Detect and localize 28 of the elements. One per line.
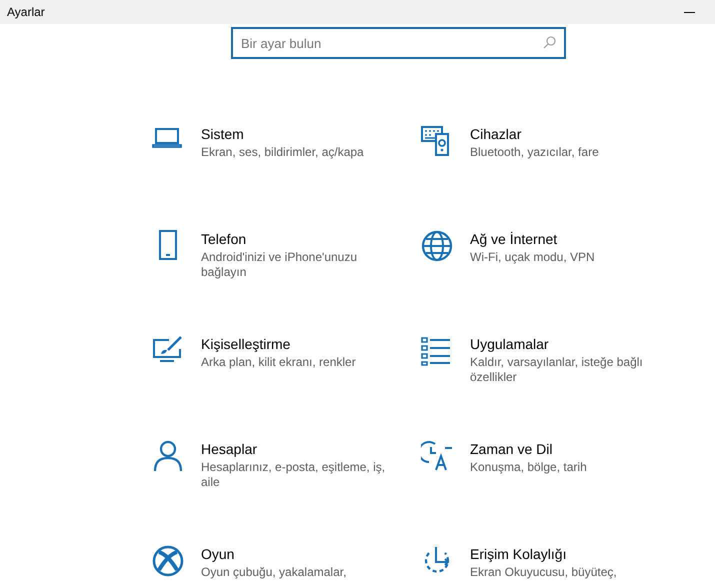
category-description: Android'inizi ve iPhone'unuzu bağlayın bbox=[201, 250, 358, 280]
search-icon bbox=[543, 36, 556, 49]
category-link[interactable]: Ağ ve İnternet bbox=[470, 230, 656, 248]
category-description: Kaldır, varsayılanlar, isteğe bağlı özellikler bbox=[470, 355, 644, 385]
category-description: Arka plan, kilit ekranı, renkler bbox=[201, 355, 357, 370]
category-description: Wi-Fi, uçak modu, VPN bbox=[470, 250, 596, 265]
category-link[interactable]: Telefon bbox=[201, 230, 387, 248]
xbox-icon bbox=[152, 545, 184, 577]
category-link[interactable]: Cihazlar bbox=[470, 125, 656, 143]
category-description: Bluetooth, yazıcılar, fare bbox=[470, 145, 600, 160]
category-link[interactable]: Zaman ve Dil bbox=[470, 440, 656, 458]
category-description: Hesaplarınız, e-posta, eşitleme, iş, aile bbox=[201, 460, 386, 490]
category-description: Ekran Okuyucusu, büyüteç, bbox=[470, 565, 618, 580]
window-title: Ayarlar bbox=[7, 4, 45, 21]
clock-letter-icon bbox=[421, 440, 453, 472]
category-link[interactable]: Uygulamalar bbox=[470, 335, 656, 353]
category-link[interactable]: Sistem bbox=[201, 125, 387, 143]
category-description: Ekran, ses, bildirimler, aç/kapa bbox=[201, 145, 365, 160]
category-link[interactable]: Hesaplar bbox=[201, 440, 387, 458]
category-link[interactable]: Kişiselleştirme bbox=[201, 335, 387, 353]
search-field[interactable]: Bir ayar bulun bbox=[231, 27, 566, 59]
category-link[interactable]: Erişim Kolaylığı bbox=[470, 545, 656, 563]
category-description: Konuşma, bölge, tarih bbox=[470, 460, 588, 475]
category-description: Oyun çubuğu, yakalamalar, bbox=[201, 565, 348, 580]
category-link[interactable]: Oyun bbox=[201, 545, 387, 563]
person-icon bbox=[152, 440, 184, 472]
list-icon bbox=[421, 335, 453, 367]
globe-icon bbox=[421, 230, 453, 262]
